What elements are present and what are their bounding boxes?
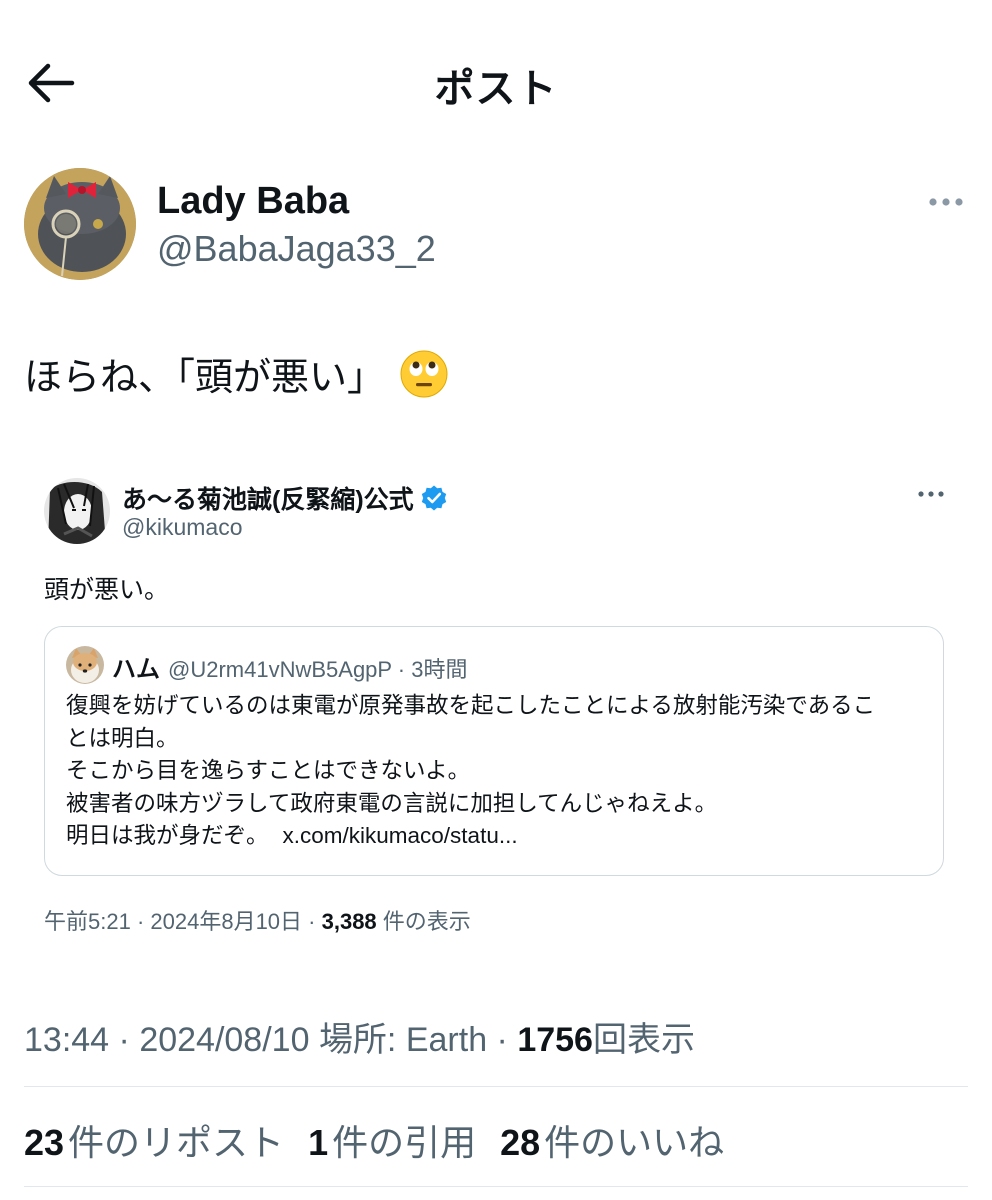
more-horizontal-icon (929, 198, 963, 206)
more-horizontal-icon (918, 491, 944, 497)
post-text-content: ほらね、「頭が悪い」 (24, 357, 386, 399)
embedded-tweet-text: 頭が悪い。 (44, 576, 170, 604)
quoted-link: x.com/kikumaco/statu... (282, 823, 518, 848)
quoted-author-name: ハム (112, 656, 160, 683)
post-date[interactable]: 2024/08/10 (139, 1021, 309, 1059)
face-with-rolling-eyes-icon (400, 350, 448, 397)
more-options-button[interactable] (926, 192, 966, 212)
quoted-line-last: 明日は我が身だぞ。 x.com/kikumaco/statu... (66, 823, 518, 848)
page-title: ポスト (434, 67, 558, 111)
embedded-author-avatar (44, 478, 110, 544)
view-count: 1756 (517, 1021, 593, 1059)
quoted-author-avatar (66, 646, 104, 684)
quoted-line: そこから目を逸らすことはできないよ。 (66, 758, 471, 783)
embedded-more-options (916, 486, 946, 502)
quotes-link[interactable]: 1 件の引用 (308, 1114, 476, 1166)
post-meta: 13:44 · 2024/08/10 場所: Earth · 1756回表示 (24, 1021, 695, 1059)
author-name[interactable]: Lady Baba (157, 180, 349, 223)
likes-link[interactable]: 28 件のいいね (500, 1114, 724, 1166)
verified-badge-icon (421, 485, 446, 511)
embedded-author-name-text: あ〜る菊池誠(反緊縮)公式 (122, 486, 414, 514)
reposts-link[interactable]: 23 件のリポスト (24, 1114, 284, 1166)
quoted-author-handle: @U2rm41vNwB5AgpP · 3時間 (168, 657, 468, 682)
author-handle[interactable]: @BabaJaga33_2 (157, 228, 436, 270)
embedded-author-handle: @kikumaco (122, 514, 243, 540)
post-text: ほらね、「頭が悪い」 (24, 346, 449, 401)
quoted-tweet-header: ハム @U2rm41vNwB5AgpP · 3時間 (112, 649, 468, 684)
author-avatar[interactable] (24, 168, 136, 280)
embedded-author-name: あ〜る菊池誠(反緊縮)公式 (122, 480, 448, 516)
quoted-line: とは明白。 (66, 725, 179, 751)
quoted-tweet-text: 復興を妨げているのは東電が原発事故を起こしたことによる放射能汚染であるこ とは明… (66, 690, 936, 853)
engagement-stats: 23 件のリポスト 1 件の引用 28 件のいいね (24, 1114, 724, 1166)
post-time[interactable]: 13:44 (24, 1021, 109, 1059)
quoted-line: 被害者の味方ヅラして政府東電の言説に加担してんじゃねえよ。 (66, 790, 718, 816)
post-location: Earth (405, 1021, 488, 1059)
divider (24, 1086, 968, 1087)
embedded-tweet-meta: 午前5:21 · 2024年8月10日 · 3,388 件の表示 (44, 909, 471, 934)
quoted-line: 復興を妨げているのは東電が原発事故を起こしたことによる放射能汚染であるこ (66, 693, 876, 718)
divider (24, 1186, 968, 1187)
